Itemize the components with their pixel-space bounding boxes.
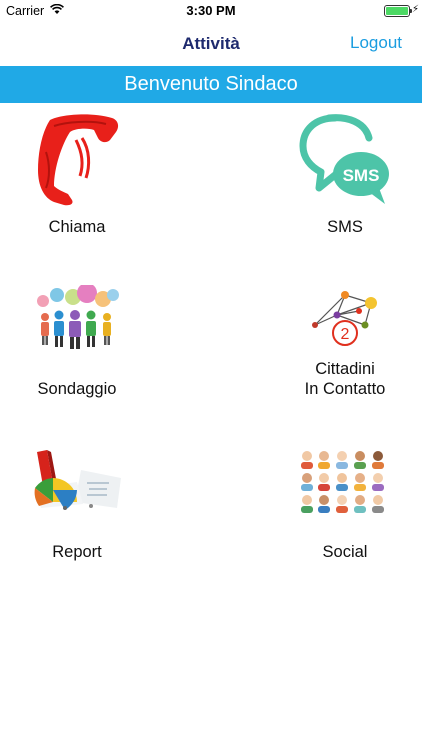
contacts-count-badge: 2 [341,326,350,343]
poll-people-icon [37,285,119,349]
tile-social[interactable]: Social [270,448,420,562]
tile-label: Report [52,543,102,561]
tile-sms[interactable]: SMS SMS [270,112,420,237]
social-faces-icon [301,448,389,514]
tile-label: Chiama [48,218,106,236]
welcome-banner: Benvenuto Sindaco [0,66,422,103]
tile-sondaggio[interactable]: Sondaggio [2,285,152,399]
tile-label: SMS [327,218,363,236]
logout-button[interactable]: Logout [350,33,402,53]
sms-badge-text: SMS [343,166,380,185]
sms-bubbles-icon: SMS [299,114,389,204]
tile-label: Social [322,543,368,561]
status-bar: Carrier 3:30 PM ⚡ [0,0,422,22]
tile-cittadini-in-contatto[interactable]: 2 Cittadini In Contatto [270,285,420,399]
phone-handset-icon [38,114,119,206]
tile-report[interactable]: Report [2,448,152,562]
tile-label-line1: Cittadini [315,360,375,378]
nav-bar: Attività Logout [0,22,422,66]
status-time: 3:30 PM [186,3,236,18]
network-icon: 2 [312,291,377,346]
tile-chiama[interactable]: Chiama [2,112,152,237]
charging-bolt-icon: ⚡ [411,4,419,15]
tile-label: Sondaggio [37,380,117,398]
tile-label-line2: In Contatto [304,380,386,398]
battery-icon [384,5,412,17]
report-chart-icon [34,450,121,510]
